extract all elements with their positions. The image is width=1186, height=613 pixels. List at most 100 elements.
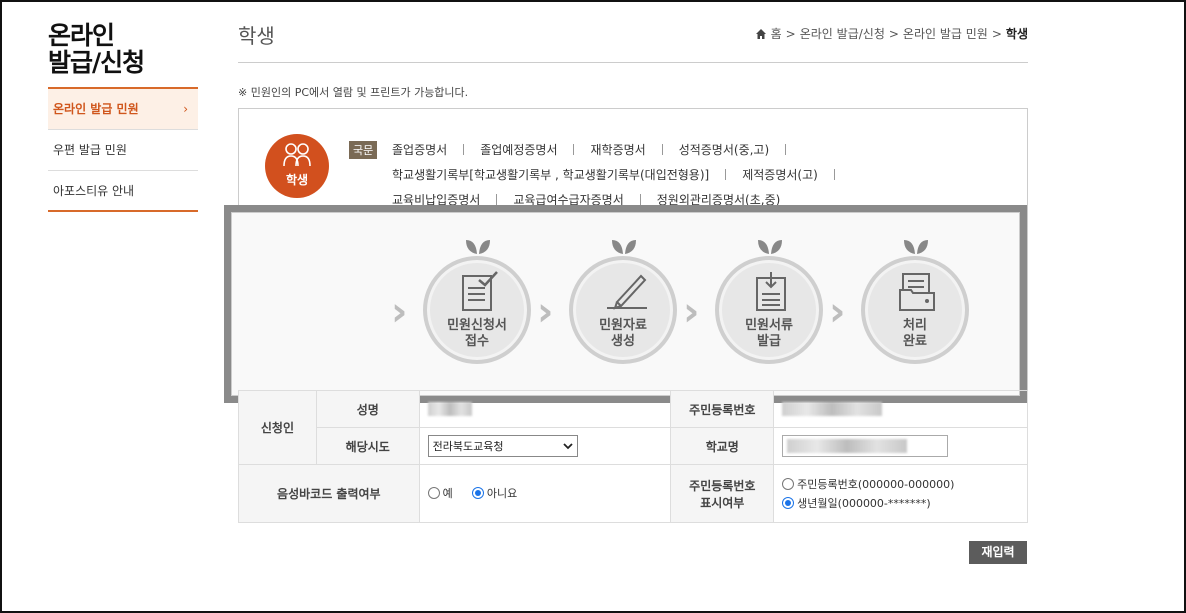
rrn-value xyxy=(773,390,1028,428)
rrn-display-options: 주민등록번호(000000-000000) 생년월일(000000-******… xyxy=(773,464,1028,523)
doc-row-2: 학교생활기록부[학교생활기록부 , 학교생활기록부(대입전형용)] 제적증명서(고… xyxy=(392,166,851,183)
radio-button-selected[interactable] xyxy=(471,487,484,499)
sidebar-item-postal-issue[interactable]: 우편 발급 민원 xyxy=(48,130,198,171)
school-input[interactable] xyxy=(782,435,949,457)
students-icon xyxy=(283,143,311,167)
pencil-icon xyxy=(607,274,647,310)
doc-link-enrollment[interactable]: 재학증명서 xyxy=(590,143,645,157)
application-form: 신청인 성명 주민등록번호 해당시도 전라북도교육청 학교명 음성바코드 출력여… xyxy=(238,390,1028,523)
breadcrumb-separator: > xyxy=(785,26,796,41)
doc-link-grades[interactable]: 성적증명서(중,고) xyxy=(679,143,769,157)
process-circle: 민원서류 발급 xyxy=(715,256,823,364)
notice-text: ※ 민원인의 PC에서 열람 및 프린트가 가능합니다. xyxy=(238,86,469,99)
step-label-line2: 완료 xyxy=(903,334,927,349)
language-tag: 국문 xyxy=(349,141,378,159)
name-value xyxy=(418,390,672,428)
clipboard-check-icon xyxy=(462,271,498,311)
birthdate-option[interactable]: 생년월일(000000-*******) xyxy=(782,494,1019,513)
student-badge: 학생 xyxy=(265,134,329,198)
step-label-line1: 민원신청서 xyxy=(447,318,507,333)
header-divider xyxy=(238,62,1028,63)
school-cell xyxy=(773,427,1028,465)
barcode-no-option[interactable]: 아니요 xyxy=(471,487,518,500)
process-step-3: 민원서류 발급 xyxy=(715,232,825,372)
name-label: 성명 xyxy=(315,390,420,428)
region-cell: 전라북도교육청 xyxy=(418,427,672,465)
rrn-display-label: 주민등록번호 표시여부 xyxy=(670,464,775,523)
radio-button-selected[interactable] xyxy=(782,496,795,509)
home-icon[interactable] xyxy=(755,28,767,40)
process-step-1: 민원신청서 접수 xyxy=(423,232,533,372)
doc-link-expulsion[interactable]: 제적증명서(고) xyxy=(742,168,818,182)
step-label-line2: 발급 xyxy=(757,334,781,349)
barcode-yes-label: 예 xyxy=(442,487,453,500)
school-label: 학교명 xyxy=(670,427,775,465)
step-label-line2: 접수 xyxy=(465,334,489,349)
region-select[interactable]: 전라북도교육청 xyxy=(427,435,578,457)
sidebar-item-label: 우편 발급 민원 xyxy=(53,143,127,157)
chevron-right-icon: › xyxy=(829,289,846,335)
barcode-yes-option[interactable]: 예 xyxy=(427,487,453,500)
redacted-name xyxy=(427,402,472,417)
sidebar-menu: 온라인 발급 민원 › 우편 발급 민원 아포스티유 안내 xyxy=(48,87,198,212)
redacted-school xyxy=(787,439,908,453)
sidebar-title-line1: 온라인 xyxy=(48,21,115,50)
barcode-label: 음성바코드 출력여부 xyxy=(238,464,420,523)
leaf-icon xyxy=(758,240,782,254)
applicant-label: 신청인 xyxy=(238,390,317,465)
chevron-right-icon: › xyxy=(683,289,700,335)
sidebar-item-label: 아포스티유 안내 xyxy=(53,184,135,198)
reset-button[interactable]: 재입력 xyxy=(969,541,1027,564)
sidebar-title-line2: 발급/신청 xyxy=(48,48,145,77)
doc-row-1: 졸업증명서 졸업예정증명서 재학증명서 성적증명서(중,고) xyxy=(392,141,802,158)
step-label-line1: 민원서류 xyxy=(745,318,793,333)
student-badge-label: 학생 xyxy=(285,173,309,187)
doc-link-school-record[interactable]: 학교생활기록부[학교생활기록부 , 학교생활기록부(대입전형용)] xyxy=(392,168,709,182)
radio-button[interactable] xyxy=(782,477,795,490)
process-step-2: 민원자료 생성 xyxy=(569,232,679,372)
region-select-value: 전라북도교육청 xyxy=(432,440,504,453)
process-circle: 처리 완료 xyxy=(861,256,969,364)
breadcrumb-online[interactable]: 온라인 발급/신청 xyxy=(800,25,885,42)
process-overlay: › 민원신청서 접수 › 민원자료 생성 › 민원서류 발급 › 처리 완료 xyxy=(224,205,1027,403)
breadcrumb-current: 학생 xyxy=(1005,27,1028,41)
breadcrumb: 홈 > 온라인 발급/신청 > 온라인 발급 민원 > 학생 xyxy=(755,25,1028,42)
barcode-options: 예 아니요 xyxy=(418,464,672,523)
sidebar-item-label: 온라인 발급 민원 xyxy=(53,102,139,116)
rrn-display-label-line2: 표시여부 xyxy=(700,495,745,510)
leaf-icon xyxy=(612,240,636,254)
birthdate-label: 생년월일(000000-*******) xyxy=(797,496,931,510)
document-download-icon xyxy=(756,272,786,311)
sidebar-item-apostille[interactable]: 아포스티유 안내 xyxy=(48,171,198,212)
barcode-no-label: 아니요 xyxy=(486,487,518,500)
folder-icon xyxy=(899,273,935,311)
leaf-icon xyxy=(466,240,490,254)
breadcrumb-online-issue[interactable]: 온라인 발급 민원 xyxy=(903,25,988,42)
rrn-full-option[interactable]: 주민등록번호(000000-000000) xyxy=(782,475,1019,494)
doc-link-graduation[interactable]: 졸업증명서 xyxy=(392,143,447,157)
chevron-right-icon: › xyxy=(183,102,188,116)
process-circle: 민원자료 생성 xyxy=(569,256,677,364)
radio-button[interactable] xyxy=(427,487,440,499)
breadcrumb-home[interactable]: 홈 xyxy=(771,25,782,42)
rrn-full-label: 주민등록번호(000000-000000) xyxy=(797,477,955,491)
redacted-rrn xyxy=(782,402,883,417)
page-title: 학생 xyxy=(238,24,275,48)
doc-link-expected-graduation[interactable]: 졸업예정증명서 xyxy=(480,143,557,157)
sidebar-item-online-issue[interactable]: 온라인 발급 민원 › xyxy=(48,89,198,130)
chevron-right-icon: › xyxy=(391,289,408,335)
breadcrumb-separator: > xyxy=(991,26,1002,41)
region-label: 해당시도 xyxy=(315,427,420,465)
leaf-icon xyxy=(904,240,928,254)
step-label-line1: 민원자료 xyxy=(599,318,647,333)
process-circle: 민원신청서 접수 xyxy=(423,256,531,364)
chevron-down-icon xyxy=(563,443,573,450)
rrn-display-label-line1: 주민등록번호 xyxy=(689,478,756,493)
sidebar-title: 온라인 발급/신청 xyxy=(48,21,145,77)
step-label-line1: 처리 xyxy=(903,318,927,333)
breadcrumb-separator: > xyxy=(888,26,899,41)
chevron-right-icon: › xyxy=(537,289,554,335)
process-step-4: 처리 완료 xyxy=(861,232,971,372)
step-label-line2: 생성 xyxy=(611,334,635,349)
rrn-label: 주민등록번호 xyxy=(670,390,775,428)
